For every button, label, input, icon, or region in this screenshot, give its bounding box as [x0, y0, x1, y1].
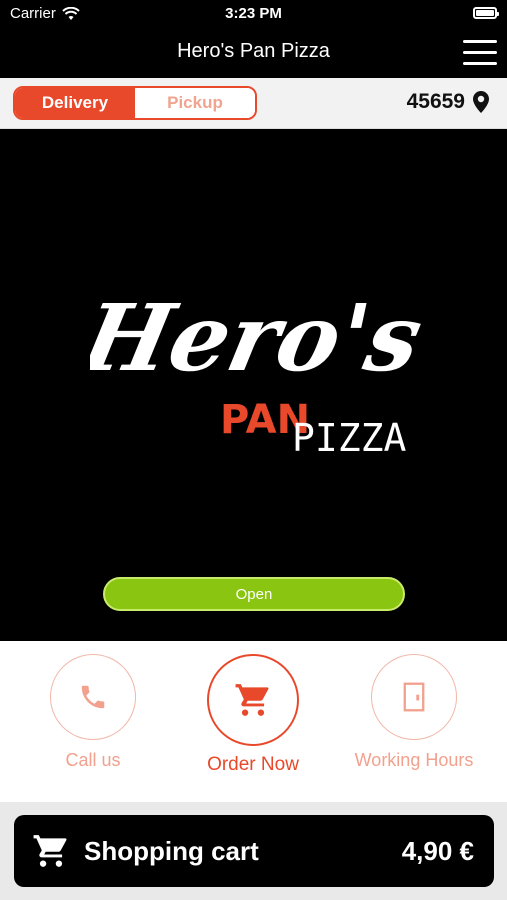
phone-icon — [81, 685, 105, 709]
cart-icon — [235, 684, 269, 716]
door-icon — [403, 682, 425, 712]
call-us-circle — [50, 654, 136, 740]
working-hours-button[interactable]: Working Hours — [349, 654, 479, 771]
battery-icon — [473, 7, 499, 19]
working-hours-label: Working Hours — [354, 750, 474, 770]
logo-pizza-text: PIZZA — [292, 416, 407, 460]
pickup-tab[interactable]: Pickup — [135, 88, 255, 118]
open-status-badge: Open — [103, 577, 405, 611]
action-row: Call us Order Now Working Hours — [0, 641, 507, 802]
hamburger-menu-icon[interactable] — [463, 40, 497, 66]
restaurant-logo: Hero's PAN PIZZA — [90, 284, 430, 460]
location-selector[interactable]: 45659 — [407, 90, 489, 114]
delivery-tab[interactable]: Delivery — [15, 88, 135, 118]
page-title: Hero's Pan Pizza — [177, 40, 330, 62]
order-now-circle — [207, 654, 299, 746]
cart-total: 4,90 € — [401, 835, 474, 866]
logo-heros-text: Hero's — [90, 284, 430, 392]
status-time: 3:23 PM — [225, 5, 282, 22]
location-pin-icon — [473, 91, 489, 113]
cart-icon — [33, 835, 67, 867]
order-now-label: Order Now — [207, 754, 299, 775]
order-now-button[interactable]: Order Now — [193, 654, 313, 776]
zip-code: 45659 — [406, 90, 465, 113]
shopping-cart-label: Shopping cart — [84, 835, 259, 866]
status-bar: Carrier 3:23 PM — [0, 0, 507, 28]
shopping-cart-button[interactable]: Shopping cart 4,90 € — [14, 815, 494, 887]
working-hours-circle — [371, 654, 457, 740]
navigation-bar: Hero's Pan Pizza — [0, 28, 507, 78]
delivery-pickup-toggle: Delivery Pickup — [13, 86, 257, 120]
cart-footer: Shopping cart 4,90 € — [0, 802, 507, 900]
order-mode-bar: Delivery Pickup 45659 — [0, 78, 507, 129]
call-us-button[interactable]: Call us — [43, 654, 143, 771]
call-us-label: Call us — [65, 750, 121, 770]
